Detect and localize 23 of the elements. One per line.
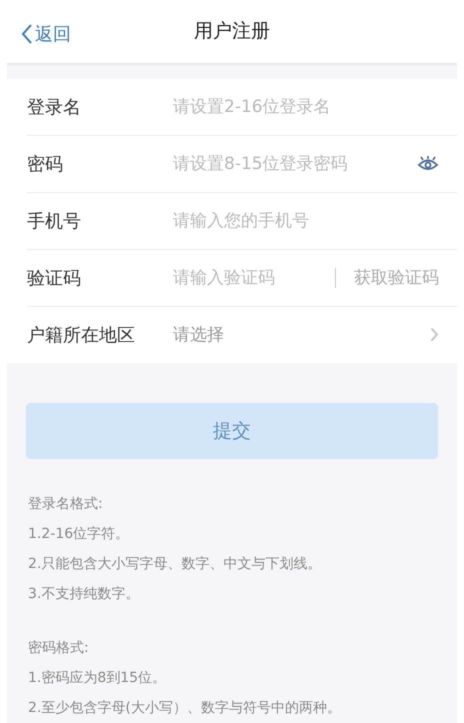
get-code-link[interactable]: 获取验证码	[354, 266, 439, 290]
field-label: 户籍所在地区	[27, 324, 136, 347]
page-title: 用户注册	[194, 19, 270, 44]
rule-text: 2.至少包含字母(大小写）、数字与符号中的两种。	[28, 699, 342, 718]
eye-icon[interactable]	[417, 156, 439, 172]
back-button[interactable]: 返回	[21, 22, 71, 46]
rule-text: 1.密码应为8到15位。	[28, 669, 168, 688]
field-label: 密码	[27, 152, 64, 176]
field-label: 验证码	[27, 266, 82, 290]
input-field[interactable]: 请输入您的手机号	[173, 210, 439, 231]
code-field[interactable]: 请输入验证码	[173, 268, 317, 288]
chevron-left-icon	[21, 23, 33, 45]
password-field[interactable]: 请设置8-15位登录密码	[173, 154, 417, 174]
rule-text: 3.不支持纯数字。	[28, 585, 140, 604]
region-select[interactable]: 请选择	[173, 323, 430, 346]
rule-heading: 密码格式:	[28, 639, 90, 658]
field-label: 登录名	[27, 96, 82, 119]
chevron-right-icon	[430, 327, 439, 342]
field-label: 手机号	[27, 210, 82, 233]
input-field[interactable]: 请设置2-16位登录名	[173, 96, 439, 117]
rule-heading: 登录名格式:	[28, 495, 104, 514]
rule-text: 1.2-16位字符。	[28, 525, 130, 544]
rule-text: 2.只能包含大小写字母、数字、中文与下划线。	[28, 555, 322, 574]
